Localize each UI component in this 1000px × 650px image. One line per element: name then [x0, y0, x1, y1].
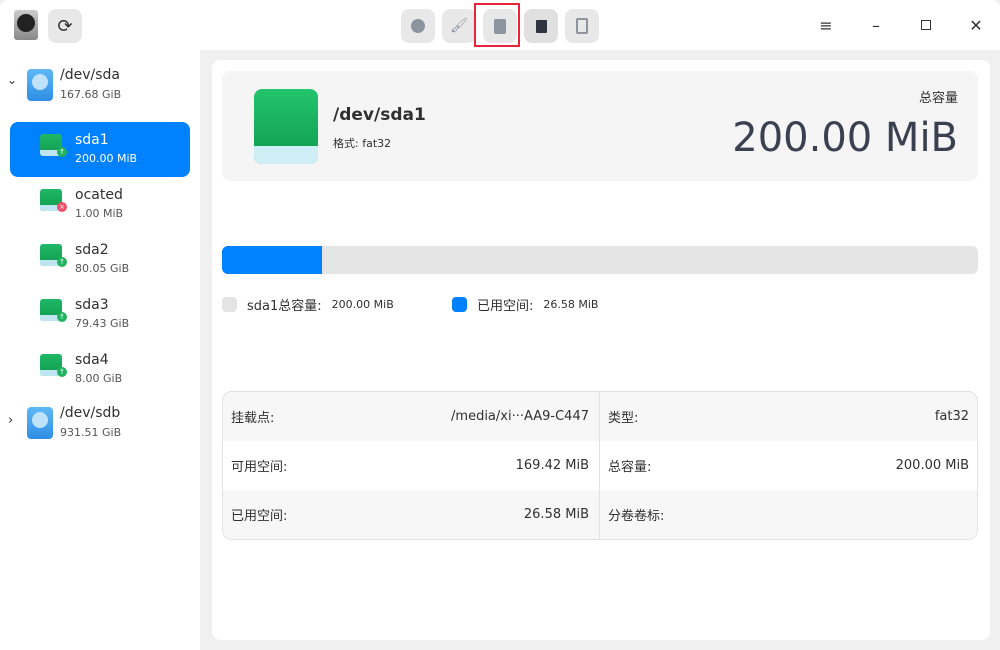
disk-item-sdb[interactable]: › /dev/sdb 931.51 GiB — [0, 399, 200, 449]
partition-title: /dev/sda1 — [333, 105, 426, 125]
maximize-icon — [921, 20, 931, 30]
disk-name: /dev/sdb — [60, 405, 121, 421]
brush-icon: 🖌 — [450, 18, 468, 34]
minimize-button[interactable]: – — [861, 10, 891, 40]
legend-used: 已用空间: 26.58 MiB — [452, 295, 598, 314]
menu-icon: ≡ — [819, 15, 833, 35]
trash-icon — [535, 19, 547, 33]
total-capacity-value: 200.00 MiB — [732, 115, 958, 161]
partition-name: sda1 — [75, 132, 109, 148]
close-button[interactable]: ✕ — [961, 10, 991, 40]
mounted-badge-icon: ↑ — [57, 147, 67, 157]
partition-item-sda1[interactable]: ↑ sda1 200.00 MiB — [10, 122, 190, 177]
type-label: 类型: — [608, 411, 639, 426]
partition-large-icon — [254, 89, 318, 164]
partition-size: 79.43 GiB — [75, 317, 130, 330]
titlebar: ⟳ 🖌 ≡ – ✕ — [0, 0, 1000, 50]
disk-icon — [27, 69, 53, 101]
legend-total-label: sda1总容量: — [247, 299, 322, 314]
wipe-button[interactable]: 🖌 — [442, 9, 476, 43]
chevron-down-icon: ⌄ — [7, 73, 18, 87]
table-row: 已用空间: 26.58 MiB 分卷卷标: — [223, 490, 977, 539]
highlight-box — [474, 3, 520, 47]
usage-bar — [222, 246, 978, 274]
partition-details: /dev/sda1 格式: fat32 总容量 200.00 MiB sda1总… — [212, 60, 990, 640]
legend-used-swatch — [452, 297, 467, 312]
table-row: 挂载点: /media/xi···AA9-C447 类型: fat32 — [223, 392, 977, 441]
resize-button[interactable] — [565, 9, 599, 43]
partition-header: /dev/sda1 格式: fat32 总容量 200.00 MiB — [222, 71, 978, 181]
used-space-label: 已用空间: — [231, 509, 288, 524]
free-space-label: 可用空间: — [231, 460, 288, 475]
total-label: 总容量: — [608, 460, 652, 475]
info-table: 挂载点: /media/xi···AA9-C447 类型: fat32 可用空间: 1… — [222, 391, 978, 540]
total-capacity-label: 总容量 — [918, 91, 958, 106]
disk-name: /dev/sda — [60, 67, 120, 83]
mount-point-value: /media/xi···AA9-C447 — [451, 409, 589, 424]
disk-size: 167.68 GiB — [60, 88, 122, 101]
legend-total-value: 200.00 MiB — [331, 298, 394, 311]
maximize-button[interactable] — [911, 10, 941, 40]
partition-name: sda2 — [75, 242, 109, 258]
refresh-button[interactable]: ⟳ — [48, 9, 82, 43]
mounted-badge-icon: ↑ — [57, 312, 67, 322]
partition-item-ocated[interactable]: × ocated 1.00 MiB — [10, 177, 190, 232]
partition-item-sda2[interactable]: ↑ sda2 80.05 GiB — [10, 232, 190, 287]
volume-label-label: 分卷卷标: — [608, 509, 665, 524]
partition-size: 80.05 GiB — [75, 262, 130, 275]
minimize-icon: – — [872, 15, 880, 35]
legend-used-value: 26.58 MiB — [543, 298, 599, 311]
partition-item-sda4[interactable]: ↑ sda4 8.00 GiB — [10, 342, 190, 397]
pie-chart-icon — [411, 19, 425, 33]
error-badge-icon: × — [57, 202, 67, 212]
legend-used-label: 已用空间: — [477, 299, 534, 314]
disk-size: 931.51 GiB — [60, 426, 122, 439]
partition-item-sda3[interactable]: ↑ sda3 79.43 GiB — [10, 287, 190, 342]
mounted-badge-icon: ↑ — [57, 257, 67, 267]
table-row: 可用空间: 169.42 MiB 总容量: 200.00 MiB — [223, 441, 977, 490]
type-value: fat32 — [934, 409, 969, 424]
legend-total: sda1总容量: 200.00 MiB — [222, 295, 394, 314]
close-icon: ✕ — [969, 15, 983, 35]
partition-name: ocated — [75, 187, 123, 203]
usage-bar-fill — [222, 246, 323, 274]
mount-point-label: 挂载点: — [231, 411, 275, 426]
partition-size: 8.00 GiB — [75, 372, 123, 385]
disk-item-sda[interactable]: ⌄ /dev/sda 167.68 GiB — [0, 61, 200, 111]
sidebar: ⌄ /dev/sda 167.68 GiB ↑ sda1 200.00 MiB … — [0, 50, 200, 650]
partition-name: sda4 — [75, 352, 109, 368]
used-space-value: 26.58 MiB — [523, 507, 589, 522]
free-space-value: 169.42 MiB — [515, 458, 589, 473]
disk-icon — [27, 407, 53, 439]
partition-button[interactable] — [401, 9, 435, 43]
partition-name: sda3 — [75, 297, 109, 313]
refresh-icon: ⟳ — [57, 15, 73, 37]
menu-button[interactable]: ≡ — [811, 10, 841, 40]
chevron-right-icon: › — [8, 413, 14, 428]
column-divider — [599, 392, 600, 539]
partition-format: 格式: fat32 — [333, 137, 392, 150]
legend-total-swatch — [222, 297, 237, 312]
unmount-button[interactable] — [524, 9, 558, 43]
partition-size: 1.00 MiB — [75, 207, 124, 220]
total-value: 200.00 MiB — [895, 458, 969, 473]
mounted-badge-icon: ↑ — [57, 367, 67, 377]
resize-icon — [576, 18, 588, 34]
partition-size: 200.00 MiB — [75, 152, 138, 165]
app-logo-icon — [14, 10, 38, 40]
